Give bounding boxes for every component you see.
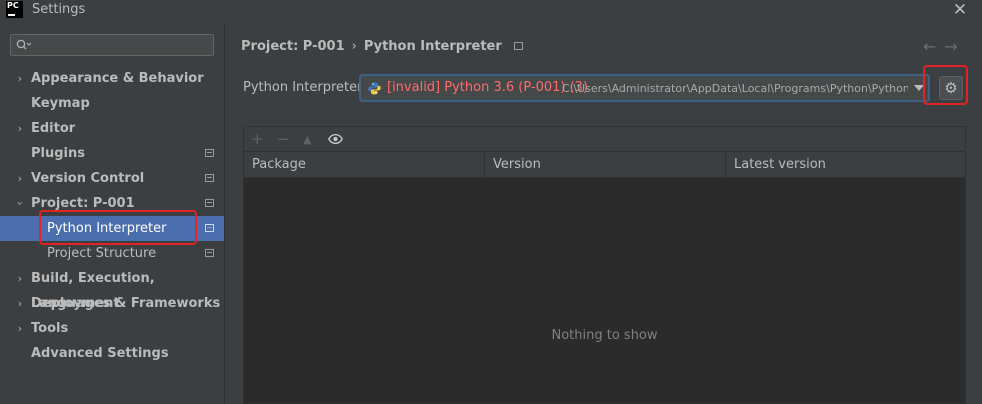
column-header-package[interactable]: Package	[244, 152, 484, 177]
project-scope-icon	[205, 199, 214, 207]
interpreter-invalid-name: [invalid] Python 3.6 (P-001) (3)	[387, 80, 589, 95]
project-scope-icon	[205, 174, 214, 182]
settings-content: Project: P-001 › Python Interpreter ←→ Pyt…	[225, 22, 982, 404]
chevron-right-icon: ›	[17, 297, 23, 310]
remove-package-button[interactable]: −	[277, 130, 290, 148]
forward-arrow-icon[interactable]: →	[944, 37, 965, 56]
column-header-version[interactable]: Version	[485, 152, 725, 177]
packages-table: Package Version Latest version Nothing t…	[243, 151, 966, 404]
eye-icon[interactable]	[328, 134, 343, 144]
sidebar-item-languages-frameworks[interactable]: › Languages & Frameworks	[0, 291, 224, 316]
close-icon[interactable]: ✕	[950, 0, 970, 20]
python-icon	[368, 82, 381, 95]
sidebar-item-label: Keymap	[31, 96, 90, 111]
packages-toolbar: + − ▲	[243, 126, 966, 151]
breadcrumb-separator: ›	[351, 39, 357, 54]
title-bar: PC Settings ✕	[0, 0, 982, 22]
chevron-right-icon: ›	[17, 322, 23, 335]
sidebar-item-label: Languages & Frameworks	[31, 296, 221, 311]
sidebar-item-label: Advanced Settings	[31, 346, 169, 361]
sidebar-item-advanced-settings[interactable]: Advanced Settings	[0, 341, 224, 366]
breadcrumb: Project: P-001 › Python Interpreter	[241, 39, 523, 54]
annotation-highlight-box	[923, 65, 968, 105]
chevron-right-icon: ›	[17, 122, 23, 135]
settings-sidebar: › Appearance & Behavior Keymap › Editor …	[0, 22, 224, 404]
sidebar-item-build-execution-deployment[interactable]: › Build, Execution, Deployment	[0, 266, 224, 311]
sidebar-item-label: Version Control	[31, 171, 145, 186]
add-package-button[interactable]: +	[251, 130, 264, 148]
project-scope-icon	[205, 249, 214, 257]
back-arrow-icon[interactable]: ←	[923, 37, 944, 56]
search-icon	[16, 39, 32, 50]
sidebar-item-label: Tools	[31, 321, 69, 336]
project-scope-icon	[205, 149, 214, 157]
sidebar-item-editor[interactable]: › Editor	[0, 116, 224, 141]
chevron-right-icon: ›	[17, 272, 23, 285]
sidebar-item-label: Appearance & Behavior	[31, 71, 204, 86]
sidebar-item-label: Editor	[31, 121, 76, 136]
project-scope-icon	[205, 224, 214, 232]
breadcrumb-parent[interactable]: Project: P-001	[241, 39, 345, 54]
navigation-arrows: ←→	[923, 37, 966, 56]
pycharm-logo-icon: PC	[6, 1, 23, 18]
window-title: Settings	[32, 2, 86, 17]
chevron-right-icon: ›	[17, 172, 23, 185]
sidebar-item-version-control[interactable]: › Version Control	[0, 166, 224, 191]
chevron-down-icon: ›	[13, 201, 27, 206]
sidebar-item-label: Plugins	[31, 146, 85, 161]
chevron-right-icon: ›	[17, 72, 23, 85]
sidebar-item-tools[interactable]: › Tools	[0, 316, 224, 341]
annotation-highlight-box	[39, 210, 197, 245]
table-header: Package Version Latest version	[244, 152, 965, 178]
project-scope-icon	[513, 42, 523, 50]
empty-state-text: Nothing to show	[551, 328, 658, 343]
interpreter-label: Python Interpreter:	[243, 80, 367, 95]
sidebar-item-plugins[interactable]: Plugins	[0, 141, 224, 166]
upgrade-package-button[interactable]: ▲	[303, 133, 311, 146]
column-header-latest-version[interactable]: Latest version	[726, 152, 965, 177]
sidebar-item-keymap[interactable]: Keymap	[0, 91, 224, 116]
interpreter-path: C:\Users\Administrator\AppData\Local\Pro…	[562, 82, 924, 95]
search-input[interactable]	[10, 34, 214, 56]
sidebar-item-appearance-behavior[interactable]: › Appearance & Behavior	[0, 66, 224, 91]
breadcrumb-current: Python Interpreter	[363, 39, 502, 54]
interpreter-dropdown[interactable]: [invalid] Python 3.6 (P-001) (3) C:\User…	[359, 74, 930, 102]
